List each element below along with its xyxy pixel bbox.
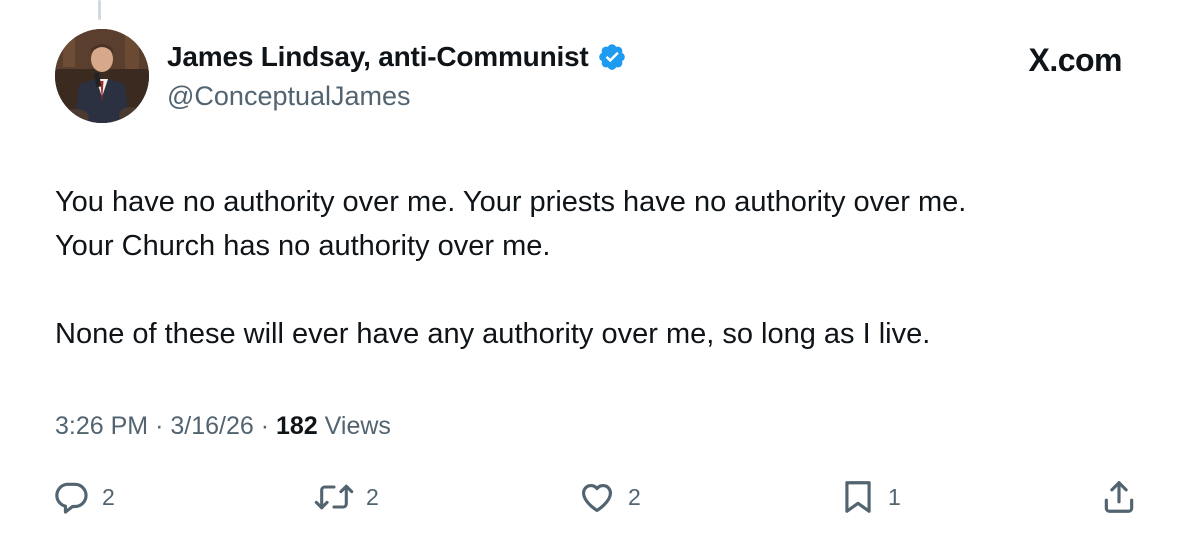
avatar[interactable]: [55, 29, 149, 123]
author-handle[interactable]: @ConceptualJames: [167, 81, 411, 112]
meta-separator: ·: [260, 412, 276, 440]
tweet-date[interactable]: 3/16/26: [170, 412, 253, 440]
tweet-action-bar: 2 2 2 1: [0, 478, 1200, 518]
like-count: 2: [628, 483, 641, 510]
meta-separator: ·: [155, 412, 171, 440]
tweet-metadata: 3:26 PM · 3/16/26 · 182 Views: [55, 412, 391, 441]
like-icon: [578, 478, 616, 516]
views-count: 182: [276, 412, 318, 440]
verified-badge-icon: [597, 42, 627, 72]
tweet-paragraph: None of these will ever have any authori…: [55, 318, 931, 350]
share-button[interactable]: [1100, 478, 1138, 516]
tweet-paragraph: You have no authority over me. Your prie…: [55, 186, 967, 262]
reply-count: 2: [102, 483, 115, 510]
like-button[interactable]: 2: [578, 478, 641, 516]
bookmark-count: 1: [888, 483, 901, 510]
tweet-time[interactable]: 3:26 PM: [55, 412, 148, 440]
share-icon: [1100, 478, 1138, 516]
author-name-row: James Lindsay, anti-Communist: [167, 41, 627, 73]
x-brand-watermark: X.com: [1028, 42, 1122, 78]
bookmark-button[interactable]: 1: [840, 478, 901, 516]
repost-button[interactable]: 2: [314, 478, 379, 516]
repost-count: 2: [366, 483, 379, 510]
repost-icon: [314, 478, 354, 516]
author-display-name[interactable]: James Lindsay, anti-Communist: [167, 41, 589, 73]
thread-connector-line: [98, 0, 101, 20]
bookmark-icon: [840, 478, 876, 516]
reply-icon: [52, 478, 90, 516]
tweet-text: You have no authority over me. Your prie…: [55, 180, 1155, 356]
reply-button[interactable]: 2: [52, 478, 115, 516]
views-label: Views: [324, 412, 391, 440]
